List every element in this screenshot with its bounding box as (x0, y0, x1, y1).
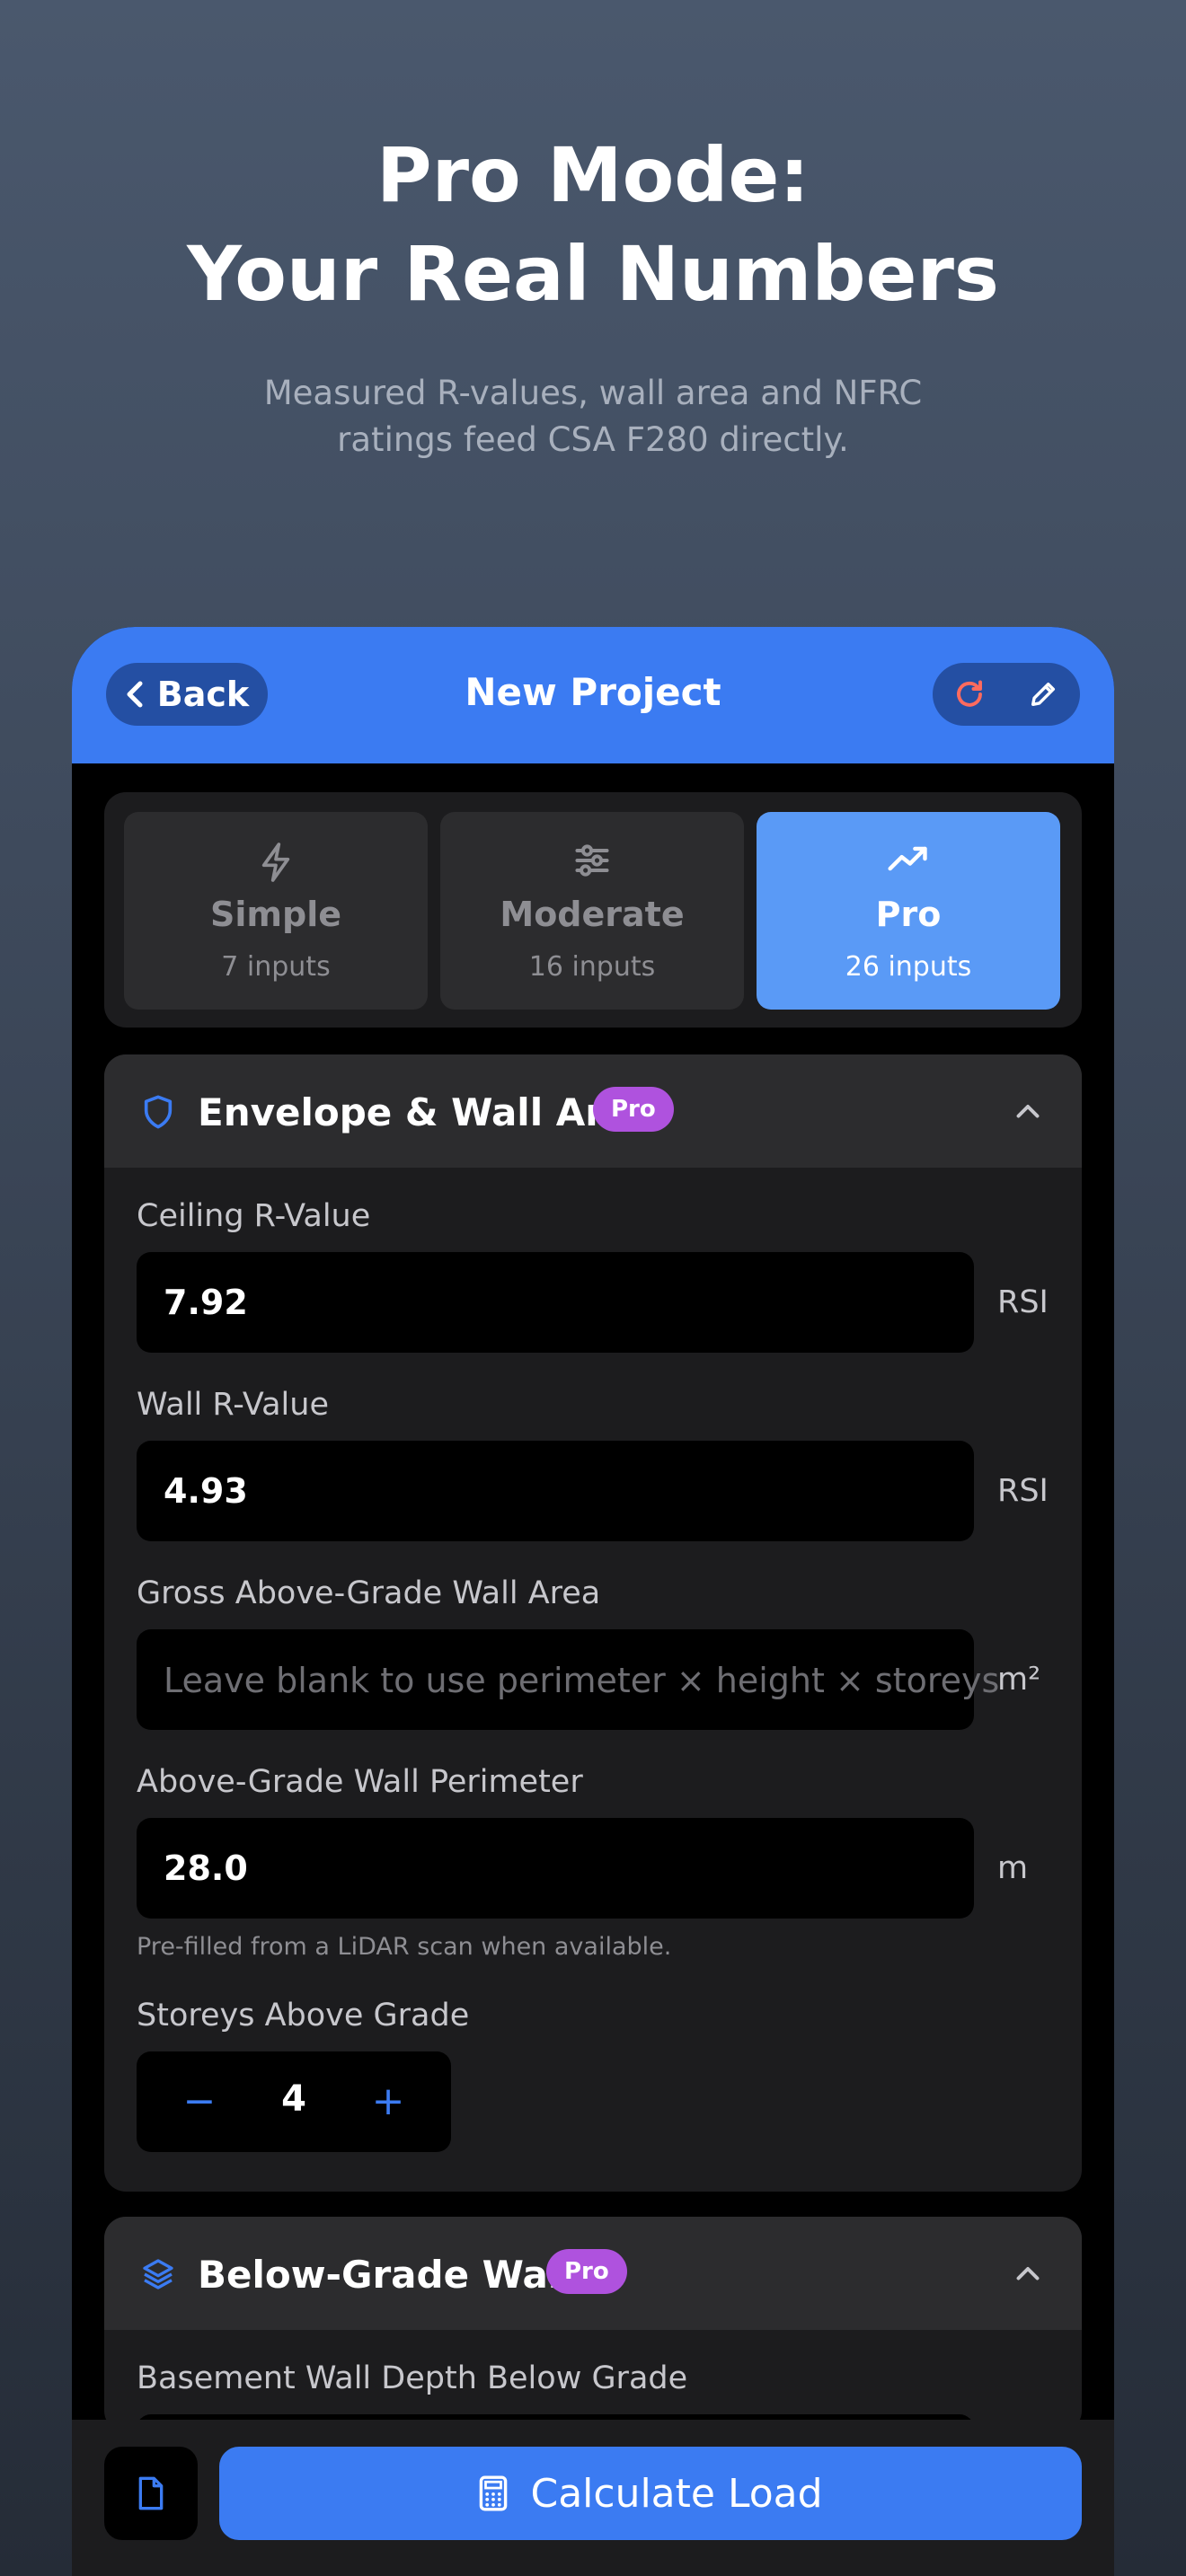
shield-icon (144, 1095, 173, 1129)
hero-title: Pro Mode: Your Real Numbers (0, 126, 1186, 323)
storeys-value: 4 (281, 2078, 306, 2120)
nav-bar: Back New Project (72, 627, 1114, 763)
chevron-up-icon (1016, 2267, 1040, 2280)
below-grade-section-header[interactable]: Below-Grade Walls Pro (104, 2217, 1082, 2330)
bottom-action-bar: Calculate Load (72, 2420, 1114, 2576)
gross-area-input[interactable]: Leave blank to use perimeter × height × … (137, 1629, 999, 1730)
trending-up-icon (888, 846, 927, 871)
nav-actions (933, 663, 1080, 726)
pro-badge: Pro (593, 1087, 674, 1132)
hero-title-line1: Pro Mode: (376, 131, 810, 219)
calculator-icon (480, 2475, 508, 2511)
document-icon (138, 2476, 164, 2510)
lightning-icon (261, 842, 290, 882)
wall-r-input[interactable]: 4.93 (137, 1441, 974, 1541)
gross-area-placeholder: Leave blank to use perimeter × height × … (164, 1661, 1000, 1700)
perimeter-label: Above-Grade Wall Perimeter (137, 1764, 583, 1800)
storeys-stepper: − 4 + (137, 2051, 451, 2152)
mode-moderate[interactable]: Moderate 16 inputs (440, 812, 744, 1010)
mode-moderate-label: Moderate (500, 895, 685, 934)
envelope-section: Envelope & Wall Area Pro Ceiling R-Value… (104, 1054, 1082, 2192)
chevron-up-icon (1016, 1105, 1040, 1118)
envelope-section-title: Envelope & Wall Area (198, 1090, 655, 1134)
envelope-section-header[interactable]: Envelope & Wall Area Pro (104, 1054, 1082, 1168)
perimeter-unit: m (997, 1850, 1029, 1886)
layers-icon (143, 2259, 173, 2289)
gross-area-label: Gross Above-Grade Wall Area (137, 1575, 601, 1611)
ceiling-r-label: Ceiling R-Value (137, 1198, 371, 1234)
hero-subtitle-line1: Measured R-values, wall area and NFRC (263, 374, 923, 412)
below-grade-section: Below-Grade Walls Pro Basement Wall Dept… (104, 2217, 1082, 2432)
phone-screen: Back New Project Simple 7 inputs Moderat… (72, 627, 1114, 2576)
wall-r-unit: RSI (997, 1473, 1049, 1509)
pencil-icon[interactable] (1023, 675, 1063, 714)
mode-pro[interactable]: Pro 26 inputs (757, 812, 1060, 1010)
mode-simple-label: Simple (210, 895, 341, 934)
refresh-icon[interactable] (950, 675, 989, 714)
mode-pro-count: 26 inputs (845, 951, 972, 983)
mode-selector: Simple 7 inputs Moderate 16 inputs Pro 2… (104, 792, 1082, 1028)
ceiling-r-unit: RSI (997, 1284, 1049, 1320)
pro-badge: Pro (546, 2249, 627, 2294)
document-button[interactable] (104, 2447, 198, 2540)
below-grade-section-title: Below-Grade Walls (198, 2253, 597, 2297)
mode-simple[interactable]: Simple 7 inputs (124, 812, 428, 1010)
storeys-label: Storeys Above Grade (137, 1998, 470, 2033)
sliders-icon (575, 844, 609, 877)
mode-moderate-count: 16 inputs (528, 951, 656, 983)
perimeter-hint: Pre-filled from a LiDAR scan when availa… (137, 1933, 672, 1961)
increment-button[interactable]: + (361, 2078, 415, 2125)
hero-title-line2: Your Real Numbers (187, 230, 999, 318)
hero-subtitle: Measured R-values, wall area and NFRC ra… (0, 370, 1186, 463)
basement-depth-label: Basement Wall Depth Below Grade (137, 2360, 688, 2396)
gross-area-unit: m² (997, 1662, 1041, 1698)
wall-r-label: Wall R-Value (137, 1387, 329, 1423)
ceiling-r-input[interactable]: 7.92 (137, 1252, 974, 1353)
mode-pro-label: Pro (875, 895, 942, 934)
calculate-load-label: Calculate Load (530, 2470, 823, 2517)
perimeter-input[interactable]: 28.0 (137, 1818, 974, 1919)
perimeter-value: 28.0 (164, 1848, 248, 1888)
ceiling-r-value: 7.92 (164, 1283, 248, 1322)
wall-r-value: 4.93 (164, 1471, 248, 1511)
mode-simple-count: 7 inputs (221, 951, 331, 983)
decrement-button[interactable]: − (173, 2078, 226, 2125)
hero-subtitle-line2: ratings feed CSA F280 directly. (337, 420, 849, 459)
calculate-load-button[interactable]: Calculate Load (219, 2447, 1082, 2540)
